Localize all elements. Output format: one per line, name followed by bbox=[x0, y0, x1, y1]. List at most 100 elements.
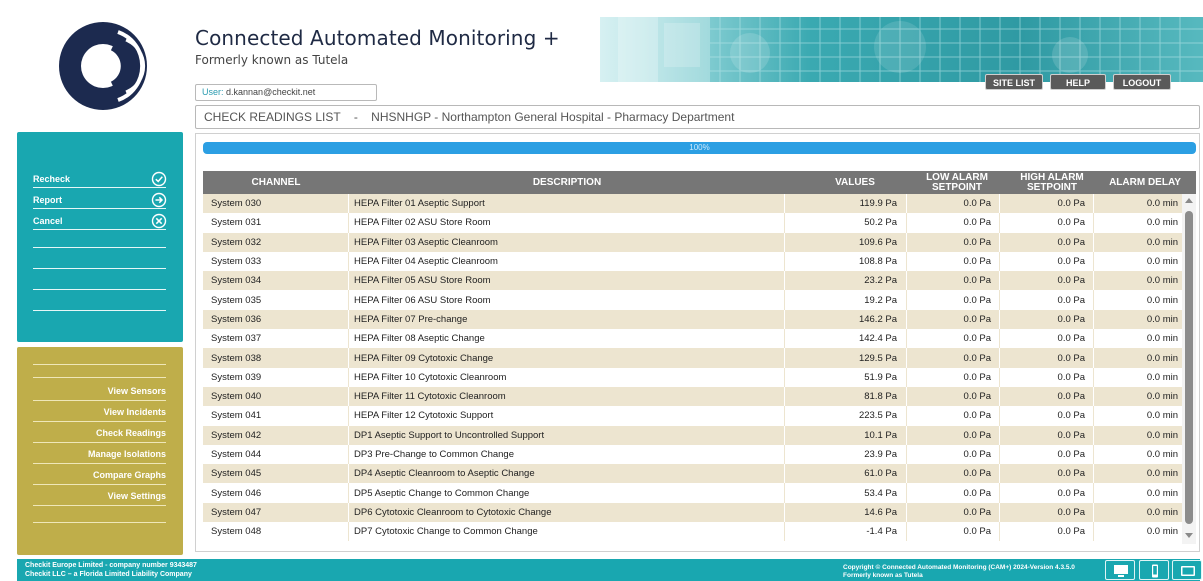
cell-low-alarm: 0.0 Pa bbox=[907, 502, 1000, 523]
table-row[interactable]: System 035 HEPA Filter 06 ASU Store Room 1… bbox=[203, 290, 1182, 310]
cell-low-alarm: 0.0 Pa bbox=[907, 444, 1000, 465]
logout-button[interactable]: LOGOUT bbox=[1113, 74, 1171, 90]
nav-check-readings[interactable]: Check Readings bbox=[33, 424, 166, 443]
cell-value: 142.4 Pa bbox=[785, 329, 907, 349]
progress-bar: 100% bbox=[203, 142, 1196, 154]
cell-low-alarm: 0.0 Pa bbox=[907, 309, 1000, 330]
nav-view-settings[interactable]: View Settings bbox=[33, 487, 166, 506]
breadcrumb-page: CHECK READINGS LIST bbox=[204, 110, 341, 124]
table-row[interactable]: System 032 HEPA Filter 03 Aseptic Cleanro… bbox=[203, 232, 1182, 252]
nav-compare-graphs[interactable]: Compare Graphs bbox=[33, 466, 166, 485]
cell-alarm-delay: 0.0 min bbox=[1146, 526, 1178, 538]
x-circle-icon bbox=[151, 213, 167, 229]
nav-view-sensors[interactable]: View Sensors bbox=[33, 382, 166, 401]
cell-low-alarm: 0.0 Pa bbox=[907, 425, 1000, 445]
cell-alarm-delay: 0.0 min bbox=[1146, 313, 1178, 325]
cell-description: HEPA Filter 05 ASU Store Room bbox=[349, 271, 785, 291]
cell-alarm-delay: 0.0 min bbox=[1146, 217, 1178, 229]
user-email: d.kannan@checkit.net bbox=[226, 87, 316, 97]
table-row[interactable]: System 042 DP1 Aseptic Support to Uncontr… bbox=[203, 425, 1182, 445]
table-row[interactable]: System 045 DP4 Aseptic Cleanroom to Asept… bbox=[203, 464, 1182, 484]
cell-channel: System 041 bbox=[203, 406, 349, 426]
header-high-alarm-line2: SETPOINT bbox=[1026, 181, 1077, 193]
mobile-icon bbox=[1152, 564, 1158, 578]
cell-channel: System 032 bbox=[203, 232, 349, 252]
cell-alarm-delay: 0.0 min bbox=[1146, 198, 1178, 210]
table-row[interactable]: System 037 HEPA Filter 08 Aseptic Change 1… bbox=[203, 329, 1182, 349]
cell-high-alarm: 0.0 Pa bbox=[1000, 425, 1094, 445]
divider bbox=[33, 247, 166, 248]
cell-channel: System 048 bbox=[203, 522, 349, 542]
cell-value: 81.8 Pa bbox=[785, 386, 907, 407]
cell-value: 14.6 Pa bbox=[785, 502, 907, 523]
header-low-alarm[interactable]: LOW ALARM SETPOINT bbox=[907, 171, 1007, 194]
table-scrollbar[interactable] bbox=[1182, 194, 1196, 544]
cell-alarm-delay: 0.0 min bbox=[1146, 449, 1178, 460]
user-label: User: bbox=[202, 87, 224, 97]
cell-low-alarm: 0.0 Pa bbox=[907, 522, 1000, 542]
cell-high-alarm: 0.0 Pa bbox=[1000, 213, 1094, 233]
table-row[interactable]: System 039 HEPA Filter 10 Cytotoxic Clean… bbox=[203, 367, 1182, 387]
footer: Checkit Europe Limited - company number … bbox=[17, 559, 1202, 581]
cell-value: 223.5 Pa bbox=[785, 406, 907, 426]
cell-low-alarm: 0.0 Pa bbox=[907, 329, 1000, 349]
recheck-button[interactable]: Recheck bbox=[33, 170, 167, 188]
cell-high-alarm: 0.0 Pa bbox=[1000, 367, 1094, 387]
table-row[interactable]: System 038 HEPA Filter 09 Cytotoxic Chang… bbox=[203, 348, 1182, 368]
nav-view-incidents[interactable]: View Incidents bbox=[33, 403, 166, 422]
table-row[interactable]: System 031 HEPA Filter 02 ASU Store Room 5… bbox=[203, 213, 1182, 233]
cell-value: 61.0 Pa bbox=[785, 464, 907, 484]
header-low-alarm-line2: SETPOINT bbox=[931, 181, 982, 193]
cell-value: 10.1 Pa bbox=[785, 425, 907, 445]
tablet-view-button[interactable] bbox=[1172, 560, 1202, 580]
scroll-up-icon[interactable] bbox=[1185, 198, 1193, 203]
mobile-view-button[interactable] bbox=[1139, 560, 1169, 580]
header-channel[interactable]: CHANNEL bbox=[203, 171, 349, 194]
checkit-logo-icon bbox=[59, 22, 147, 110]
footer-company-line2: Checkit LLC – a Florida Limited Liabilit… bbox=[25, 571, 192, 578]
scroll-down-icon[interactable] bbox=[1185, 533, 1193, 538]
table-row[interactable]: System 030 HEPA Filter 01 Aseptic Support… bbox=[203, 194, 1182, 214]
header-description[interactable]: DESCRIPTION bbox=[349, 171, 785, 194]
table-row[interactable]: System 040 HEPA Filter 11 Cytotoxic Clean… bbox=[203, 386, 1182, 407]
cell-channel: System 033 bbox=[203, 251, 349, 272]
help-button[interactable]: HELP bbox=[1050, 74, 1106, 90]
arrow-circle-icon bbox=[151, 192, 167, 208]
table-row[interactable]: System 047 DP6 Cytotoxic Cleanroom to Cyt… bbox=[203, 502, 1182, 523]
scroll-thumb[interactable] bbox=[1185, 211, 1193, 524]
header-values[interactable]: VALUES bbox=[785, 171, 925, 194]
cell-description: HEPA Filter 06 ASU Store Room bbox=[349, 290, 785, 310]
cell-channel: System 030 bbox=[203, 194, 349, 214]
cancel-button[interactable]: Cancel bbox=[33, 212, 167, 230]
header-alarm-delay[interactable]: ALARM DELAY bbox=[1094, 171, 1196, 194]
desktop-view-button[interactable] bbox=[1105, 560, 1135, 580]
header-high-alarm-line1: HIGH ALARM bbox=[1020, 171, 1084, 183]
cell-description: HEPA Filter 04 Aseptic Cleanroom bbox=[349, 251, 785, 272]
table-row[interactable]: System 034 HEPA Filter 05 ASU Store Room 2… bbox=[203, 271, 1182, 291]
recheck-label: Recheck bbox=[33, 174, 71, 184]
table-row[interactable]: System 041 HEPA Filter 12 Cytotoxic Suppo… bbox=[203, 406, 1182, 426]
cell-high-alarm: 0.0 Pa bbox=[1000, 386, 1094, 407]
table-row[interactable]: System 048 DP7 Cytotoxic Change to Common… bbox=[203, 522, 1182, 542]
cell-value: 23.2 Pa bbox=[785, 271, 907, 291]
cell-alarm-delay: 0.0 min bbox=[1146, 487, 1178, 499]
cell-value: 19.2 Pa bbox=[785, 290, 907, 310]
cell-value: 108.8 Pa bbox=[785, 251, 907, 272]
cell-low-alarm: 0.0 Pa bbox=[907, 348, 1000, 368]
app-title: Connected Automated Monitoring + bbox=[195, 26, 560, 50]
table-row[interactable]: System 033 HEPA Filter 04 Aseptic Cleanro… bbox=[203, 251, 1182, 272]
site-list-button[interactable]: SITE LIST bbox=[985, 74, 1043, 90]
header-high-alarm[interactable]: HIGH ALARM SETPOINT bbox=[1000, 171, 1104, 194]
table-row[interactable]: System 044 DP3 Pre-Change to Common Chang… bbox=[203, 444, 1182, 465]
cell-low-alarm: 0.0 Pa bbox=[907, 271, 1000, 291]
cell-high-alarm: 0.0 Pa bbox=[1000, 309, 1094, 330]
report-button[interactable]: Report bbox=[33, 191, 167, 209]
cell-channel: System 039 bbox=[203, 367, 349, 387]
cell-channel: System 040 bbox=[203, 386, 349, 407]
cell-high-alarm: 0.0 Pa bbox=[1000, 483, 1094, 503]
monitor-icon bbox=[1114, 565, 1128, 577]
table-row[interactable]: System 036 HEPA Filter 07 Pre-change 146.2… bbox=[203, 309, 1182, 330]
table-row[interactable]: System 046 DP5 Aseptic Change to Common C… bbox=[203, 483, 1182, 503]
nav-manage-isolations[interactable]: Manage Isolations bbox=[33, 445, 166, 464]
cell-alarm-delay: 0.0 min bbox=[1146, 256, 1178, 268]
